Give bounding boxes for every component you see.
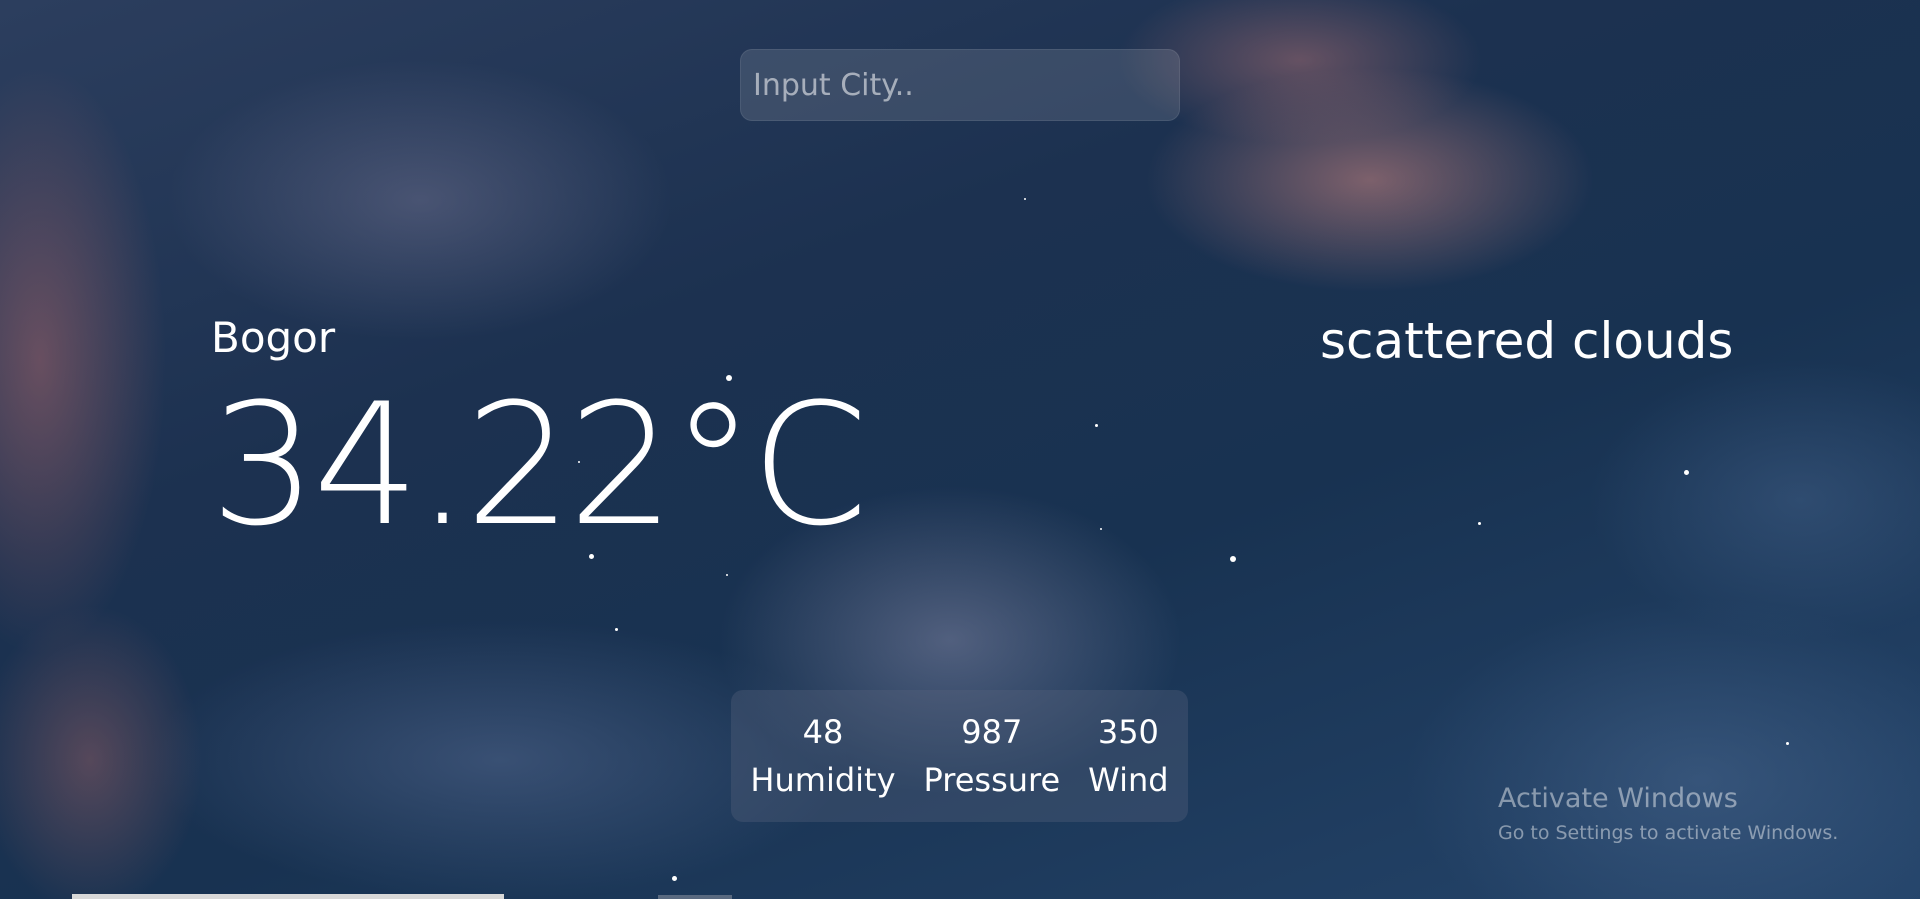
weather-app: { "search": { "placeholder": "Input City… <box>0 0 1920 899</box>
star-icon <box>615 628 618 631</box>
activate-windows-title: Activate Windows <box>1498 783 1738 814</box>
wind-value: 350 <box>1097 713 1159 751</box>
weather-stats-panel: 48 Humidity 987 Pressure 350 Wind <box>731 690 1188 822</box>
search-box <box>740 49 1180 121</box>
star-icon <box>1100 528 1102 530</box>
scrollbar-segment <box>658 895 732 899</box>
city-search-input[interactable] <box>741 50 1179 120</box>
city-name: Bogor <box>211 313 336 362</box>
wind-label: Wind <box>1088 761 1169 799</box>
star-icon <box>1095 424 1098 427</box>
humidity-value: 48 <box>802 713 844 751</box>
star-icon <box>1786 742 1789 745</box>
temperature-value: 34.22°C <box>210 367 868 563</box>
activate-windows-watermark: Activate Windows Go to Settings to activ… <box>1498 780 1838 848</box>
star-icon <box>726 574 728 576</box>
star-icon <box>1024 198 1026 200</box>
horizontal-scrollbar[interactable] <box>72 894 504 899</box>
humidity-label: Humidity <box>750 761 896 799</box>
star-icon <box>672 876 677 881</box>
pressure-value: 987 <box>961 713 1023 751</box>
wind-stat: 350 Wind <box>1088 708 1168 804</box>
pressure-label: Pressure <box>923 761 1061 799</box>
star-icon <box>1478 522 1481 525</box>
star-icon <box>1230 556 1236 562</box>
pressure-stat: 987 Pressure <box>924 708 1061 804</box>
activate-windows-subtitle: Go to Settings to activate Windows. <box>1498 822 1839 844</box>
star-icon <box>1684 470 1689 475</box>
humidity-stat: 48 Humidity <box>750 708 895 804</box>
weather-description: scattered clouds <box>1320 312 1734 370</box>
